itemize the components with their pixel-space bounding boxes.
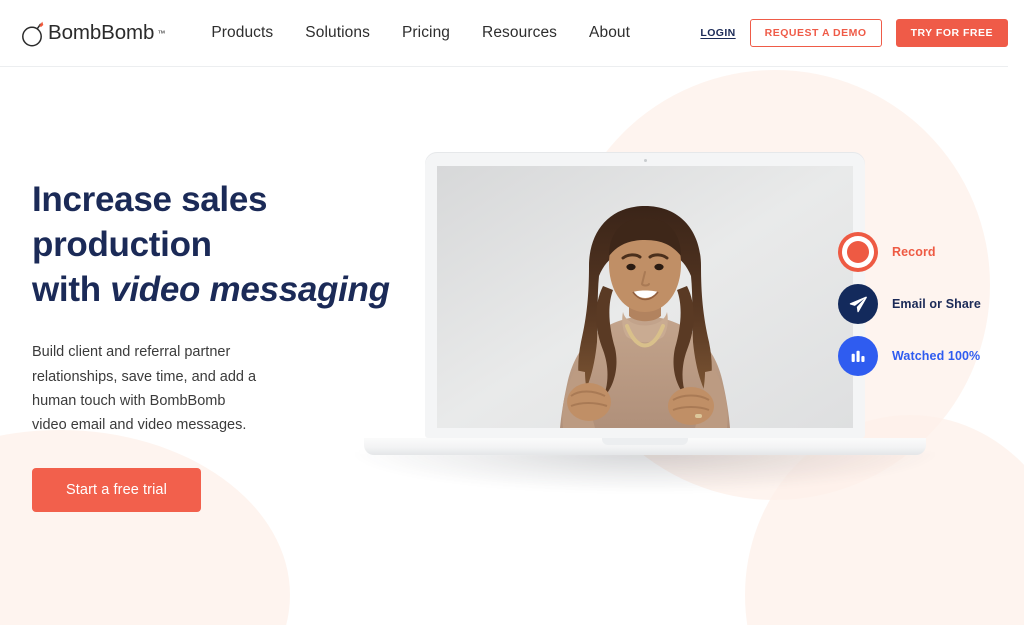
- nav-item-about[interactable]: About: [573, 24, 646, 42]
- headline-line-2-prefix: with: [32, 269, 111, 309]
- badge-record[interactable]: Record: [838, 226, 981, 278]
- hero-subcopy: Build client and referral partner relati…: [32, 344, 257, 434]
- laptop-shadow: [355, 452, 935, 492]
- page-title: Increase sales production with video mes…: [32, 178, 442, 312]
- hero-content: Increase sales production with video mes…: [32, 178, 442, 512]
- nav-item-resources[interactable]: Resources: [466, 24, 573, 42]
- badge-watched[interactable]: Watched 100%: [838, 330, 981, 382]
- header-divider: [0, 66, 1008, 67]
- badge-record-label: Record: [892, 245, 936, 259]
- nav-item-pricing[interactable]: Pricing: [386, 24, 466, 42]
- laptop-lid: [425, 152, 865, 438]
- main-navigation: Products Solutions Pricing Resources Abo…: [195, 24, 646, 42]
- webcam-icon: [643, 159, 647, 162]
- badge-email-or-share-label: Email or Share: [892, 297, 981, 311]
- headline-line-1: Increase sales production: [32, 180, 268, 264]
- header-actions: LOGIN REQUEST A DEMO TRY FOR FREE: [700, 18, 1008, 48]
- record-circle-icon[interactable]: [838, 232, 878, 272]
- brand-trademark: ™: [157, 28, 166, 38]
- bomb-icon: [20, 18, 46, 48]
- brand-logo[interactable]: BombBomb ™: [20, 18, 165, 48]
- video-preview-screen[interactable]: [437, 166, 853, 428]
- nav-item-solutions[interactable]: Solutions: [289, 24, 386, 42]
- badge-email-or-share[interactable]: Email or Share: [838, 278, 981, 330]
- paper-plane-icon[interactable]: [838, 284, 878, 324]
- login-link[interactable]: LOGIN: [700, 27, 735, 39]
- laptop-base: [364, 438, 926, 455]
- bar-chart-icon[interactable]: [838, 336, 878, 376]
- badge-watched-label: Watched 100%: [892, 349, 981, 363]
- video-subject-illustration: [437, 166, 853, 428]
- try-for-free-button[interactable]: TRY FOR FREE: [895, 18, 1008, 48]
- request-demo-button[interactable]: REQUEST A DEMO: [749, 18, 882, 48]
- feature-badge-list: Record Email or Share Watched 100%: [838, 226, 981, 382]
- landing-page: BombBomb ™ Products Solutions Pricing Re…: [0, 0, 1024, 625]
- brand-name: BombBomb: [48, 21, 155, 44]
- nav-item-products[interactable]: Products: [195, 24, 289, 42]
- laptop-notch: [602, 438, 688, 445]
- site-header: BombBomb ™ Products Solutions Pricing Re…: [0, 0, 1024, 66]
- headline-line-2-emphasis: video messaging: [110, 269, 390, 309]
- start-free-trial-button[interactable]: Start a free trial: [32, 467, 201, 512]
